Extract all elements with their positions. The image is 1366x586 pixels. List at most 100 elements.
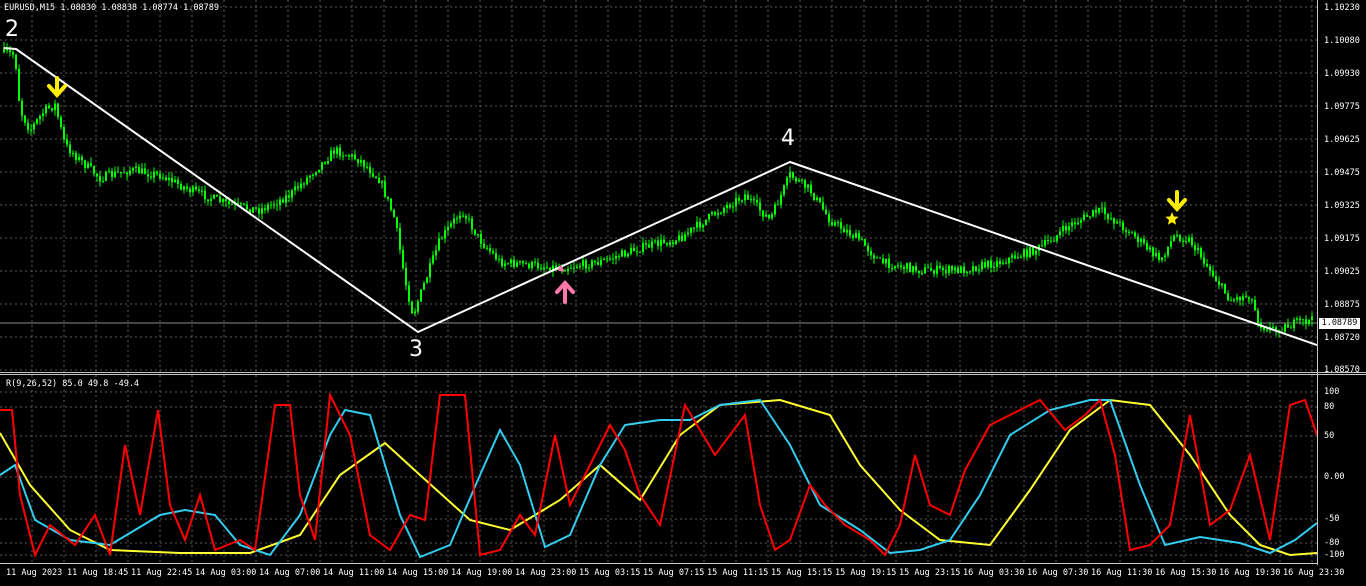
candle-body [69,144,71,154]
candle-body [1077,222,1079,225]
candle-body [993,266,995,268]
candle-body [939,265,941,268]
time-tick: 15 Aug 15:15 [771,568,833,578]
candle-body [465,215,467,219]
price-tick: 1.08570 [1324,365,1360,375]
candle-body [1113,218,1115,224]
candle-body [357,159,359,163]
candle-body [741,200,743,202]
candle-body [1125,230,1127,232]
candle-body [984,262,986,268]
candle-body [1140,238,1142,243]
candle-body [264,208,266,211]
candle-body [825,209,827,215]
candle-body [105,171,107,181]
candle-body [87,163,89,168]
candle-body [474,229,476,235]
candle-body [513,259,515,267]
candle-body [1098,207,1100,213]
candle-body [1257,310,1259,323]
candle-body [1116,221,1118,224]
candle-body [1089,216,1091,218]
time-axis[interactable]: 11 Aug 2023 11 Aug 18:45 11 Aug 22:45 14… [0,563,1344,586]
candle-body [1293,319,1295,329]
candle-body [726,204,728,209]
candle-body [642,243,644,253]
price-tick: 1.09325 [1324,201,1360,211]
time-tick: 16 Aug 19:30 [1219,568,1281,578]
candle-body [864,239,866,246]
candle-body [870,251,872,256]
candle-body [927,267,929,269]
candle-body [417,301,419,312]
candle-body [921,272,923,274]
candle-body [201,190,203,192]
candle-body [1002,262,1004,265]
candle-body [723,208,725,213]
candle-body [45,105,47,114]
level-label: 50 [1324,431,1335,441]
candle-body [666,243,668,245]
candle-body [1053,240,1055,242]
candle-body [609,258,611,260]
candle-body [1059,231,1061,236]
candle-body [573,267,575,269]
wave-label-4: 4 [781,126,795,151]
candle-body [999,261,1001,265]
candle-body [945,270,947,273]
candle-body [150,176,152,178]
candle-body [1311,316,1313,320]
candle-body [387,196,389,199]
candle-body [483,243,485,248]
candle-body [582,260,584,267]
candle-body [702,224,704,228]
time-tick: 14 Aug 19:00 [451,568,513,578]
candle-body [636,251,638,253]
candle-body [438,238,440,251]
candle-body [1173,235,1175,242]
candle-body [657,240,659,246]
candle-body [711,212,713,215]
candle-body [273,204,275,206]
candle-body [675,240,677,245]
candle-body [213,194,215,199]
candle-body [1308,319,1310,324]
indicator-pane[interactable] [0,375,1317,563]
time-tick: 16 Aug 03:30 [963,568,1025,578]
candle-body [1158,253,1160,260]
candle-body [633,247,635,252]
candle-body [786,177,788,186]
candle-body [198,189,200,191]
candle-body [1227,293,1229,301]
price-chart [0,0,1317,372]
star-icon [1165,212,1179,225]
candle-body [294,186,296,191]
candle-body [765,214,767,217]
candle-body [1296,318,1298,320]
wave-label-2: 2 [5,17,19,42]
candle-body [1287,324,1289,328]
candle-body [30,129,32,131]
candle-body [54,103,56,111]
candle-body [450,223,452,227]
candle-body [516,262,518,267]
candle-body [768,214,770,219]
candle-body [1203,257,1205,264]
candle-body [282,199,284,203]
time-tick: 14 Aug 15:00 [387,568,449,578]
candle-body [1194,245,1196,251]
candle-body [627,253,629,257]
candle-body [576,267,578,269]
candle-body [315,172,317,175]
candle-body [219,196,221,203]
candle-body [390,198,392,210]
candle-body [1230,300,1232,302]
price-chart-pane[interactable]: EURUSD,M15 1.08830 1.08838 1.08774 1.087… [0,0,1317,372]
candle-body [354,154,356,160]
candle-body [1164,255,1166,258]
candle-body [1095,209,1097,213]
candle-body [495,253,497,260]
candle-body [300,183,302,189]
candle-body [594,260,596,263]
pane-separator[interactable] [0,372,1366,373]
